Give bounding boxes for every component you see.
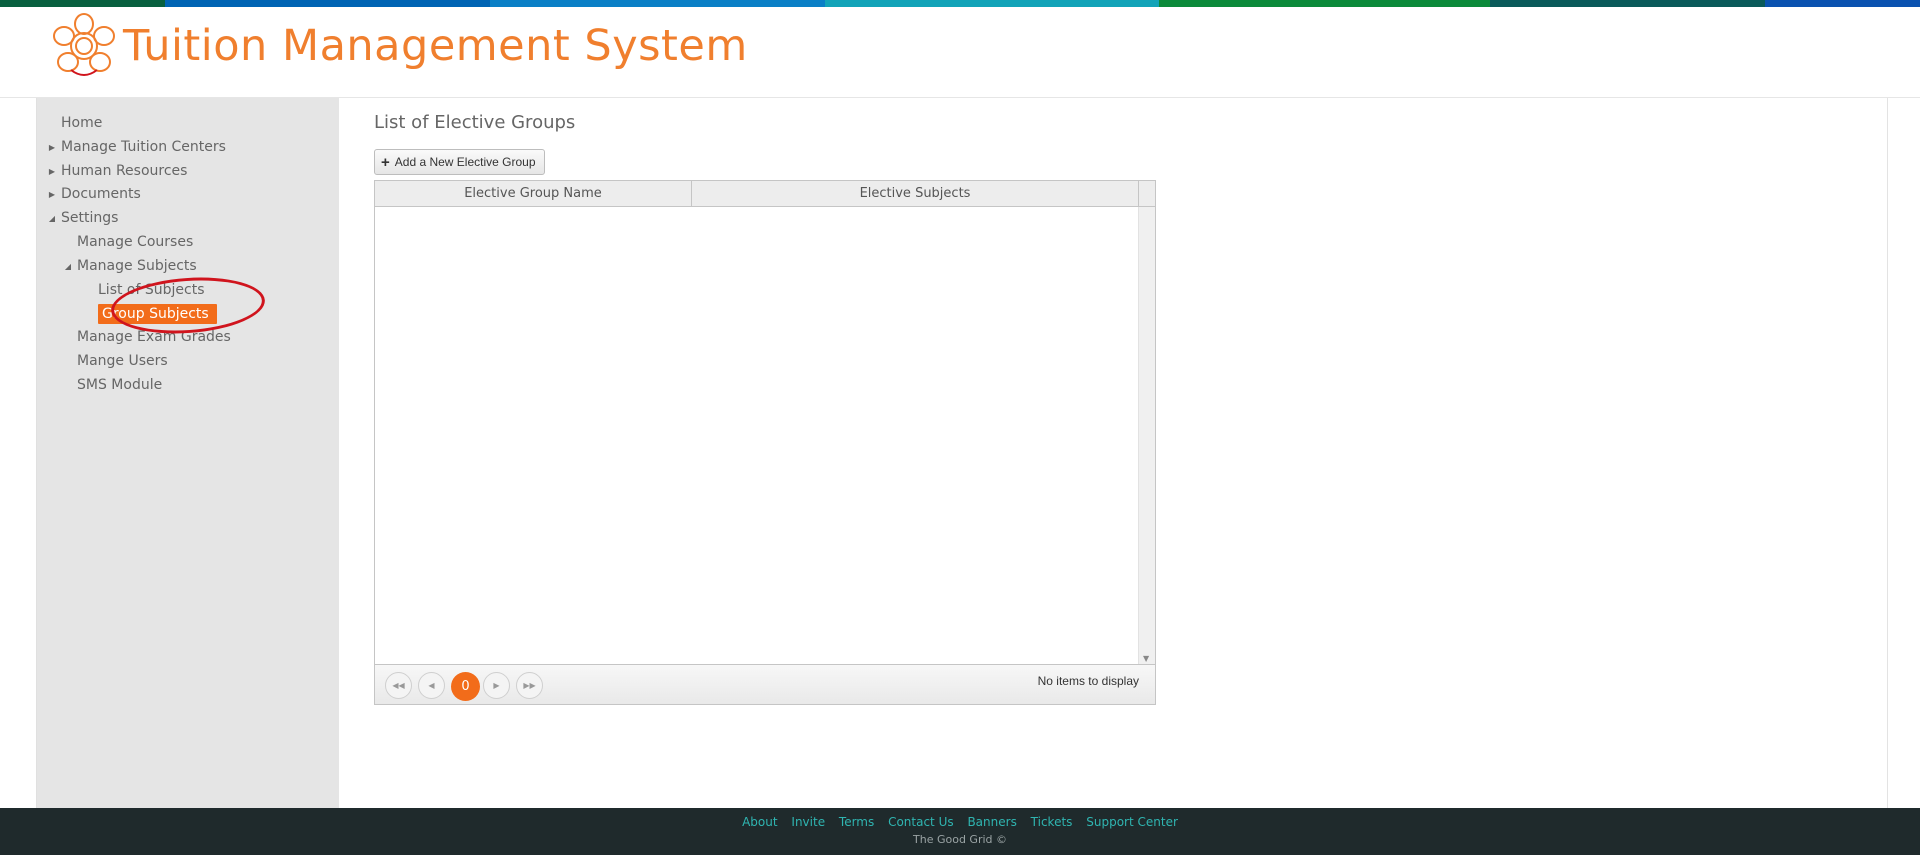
footer-link-invite[interactable]: Invite (791, 815, 825, 829)
sidebar-nav: Home ▶ Manage Tuition Centers ▶ Human Re… (37, 112, 339, 398)
sidebar-item-manage-tuition-centers[interactable]: ▶ Manage Tuition Centers (37, 136, 339, 160)
sidebar-item-group-subjects[interactable]: Group Subjects (37, 302, 339, 326)
sidebar-item-list-of-subjects[interactable]: List of Subjects (37, 279, 339, 303)
column-header-spacer (1139, 181, 1155, 206)
sidebar-item-documents[interactable]: ▶ Documents (37, 183, 339, 207)
footer-copyright: The Good Grid © (913, 833, 1007, 846)
sidebar: Home ▶ Manage Tuition Centers ▶ Human Re… (37, 98, 339, 808)
last-page-icon[interactable]: ▶▶ (516, 672, 543, 699)
sidebar-item-manage-exam-grades[interactable]: Manage Exam Grades (37, 326, 339, 350)
column-header-elective-subjects[interactable]: Elective Subjects (692, 181, 1139, 206)
left-gutter (0, 98, 37, 808)
column-header-elective-group-name[interactable]: Elective Group Name (375, 181, 692, 206)
sidebar-item-label: Manage Exam Grades (77, 329, 231, 346)
add-button-label: Add a New Elective Group (394, 155, 536, 169)
add-elective-group-button[interactable]: + Add a New Elective Group (374, 149, 545, 175)
pager-info: No items to display (1037, 674, 1139, 688)
caret-right-icon: ▶ (48, 166, 56, 176)
top-color-bar (0, 0, 1920, 7)
sidebar-item-label: SMS Module (77, 376, 163, 393)
footer-link-about[interactable]: About (742, 815, 777, 829)
footer-link-banners[interactable]: Banners (967, 815, 1016, 829)
sidebar-item-human-resources[interactable]: ▶ Human Resources (37, 160, 339, 184)
sidebar-item-sms-module[interactable]: SMS Module (37, 374, 339, 398)
plus-icon: + (381, 153, 390, 171)
sidebar-item-manage-subjects[interactable]: ◢ Manage Subjects (37, 255, 339, 279)
main-content: List of Elective Groups + Add a New Elec… (339, 98, 1888, 808)
sidebar-item-mange-users[interactable]: Mange Users (37, 350, 339, 374)
grid-header: Elective Group Name Elective Subjects (375, 181, 1155, 207)
sidebar-item-label: Settings (61, 210, 119, 227)
scroll-down-icon[interactable]: ▼ (1143, 654, 1149, 663)
sidebar-item-label: Mange Users (77, 352, 168, 369)
elective-groups-grid: Elective Group Name Elective Subjects ▼ … (374, 180, 1156, 705)
sidebar-item-label: Manage Tuition Centers (61, 138, 226, 155)
grid-pager: ◀◀ ◀ 0 ▶ ▶▶ No items to display (375, 664, 1155, 704)
caret-down-icon: ◢ (48, 214, 56, 224)
caret-right-icon: ▶ (48, 190, 56, 200)
footer-link-tickets[interactable]: Tickets (1031, 815, 1073, 829)
footer-link-support-center[interactable]: Support Center (1086, 815, 1178, 829)
caret-right-icon: ▶ (48, 142, 56, 152)
sidebar-item-label: Group Subjects (98, 304, 217, 325)
caret-down-icon: ◢ (64, 261, 72, 271)
sidebar-item-label: Documents (61, 186, 141, 203)
first-page-icon[interactable]: ◀◀ (385, 672, 412, 699)
sidebar-item-label: List of Subjects (98, 281, 205, 298)
logo-icon (53, 13, 115, 76)
sidebar-item-label: Home (61, 115, 103, 131)
sidebar-item-manage-courses[interactable]: Manage Courses (37, 231, 339, 255)
prev-page-icon[interactable]: ◀ (418, 672, 445, 699)
page-title: List of Elective Groups (374, 112, 576, 133)
footer-link-contact-us[interactable]: Contact Us (888, 815, 954, 829)
footer-links: About Invite Terms Contact Us Banners Ti… (0, 808, 1920, 829)
sidebar-item-home[interactable]: Home (37, 112, 339, 136)
sidebar-item-settings[interactable]: ◢ Settings (37, 207, 339, 231)
grid-scrollbar[interactable]: ▼ (1138, 207, 1155, 665)
app-header: Tuition Management System (0, 7, 1920, 98)
sidebar-item-label: Manage Courses (77, 233, 194, 250)
app-title: Tuition Management System (123, 21, 748, 71)
grid-body (375, 207, 1137, 665)
next-page-icon[interactable]: ▶ (483, 672, 510, 699)
sidebar-item-label: Human Resources (61, 162, 188, 179)
footer-link-terms[interactable]: Terms (839, 815, 874, 829)
footer: About Invite Terms Contact Us Banners Ti… (0, 808, 1920, 855)
current-page-indicator[interactable]: 0 (451, 672, 480, 701)
sidebar-item-label: Manage Subjects (77, 257, 197, 274)
